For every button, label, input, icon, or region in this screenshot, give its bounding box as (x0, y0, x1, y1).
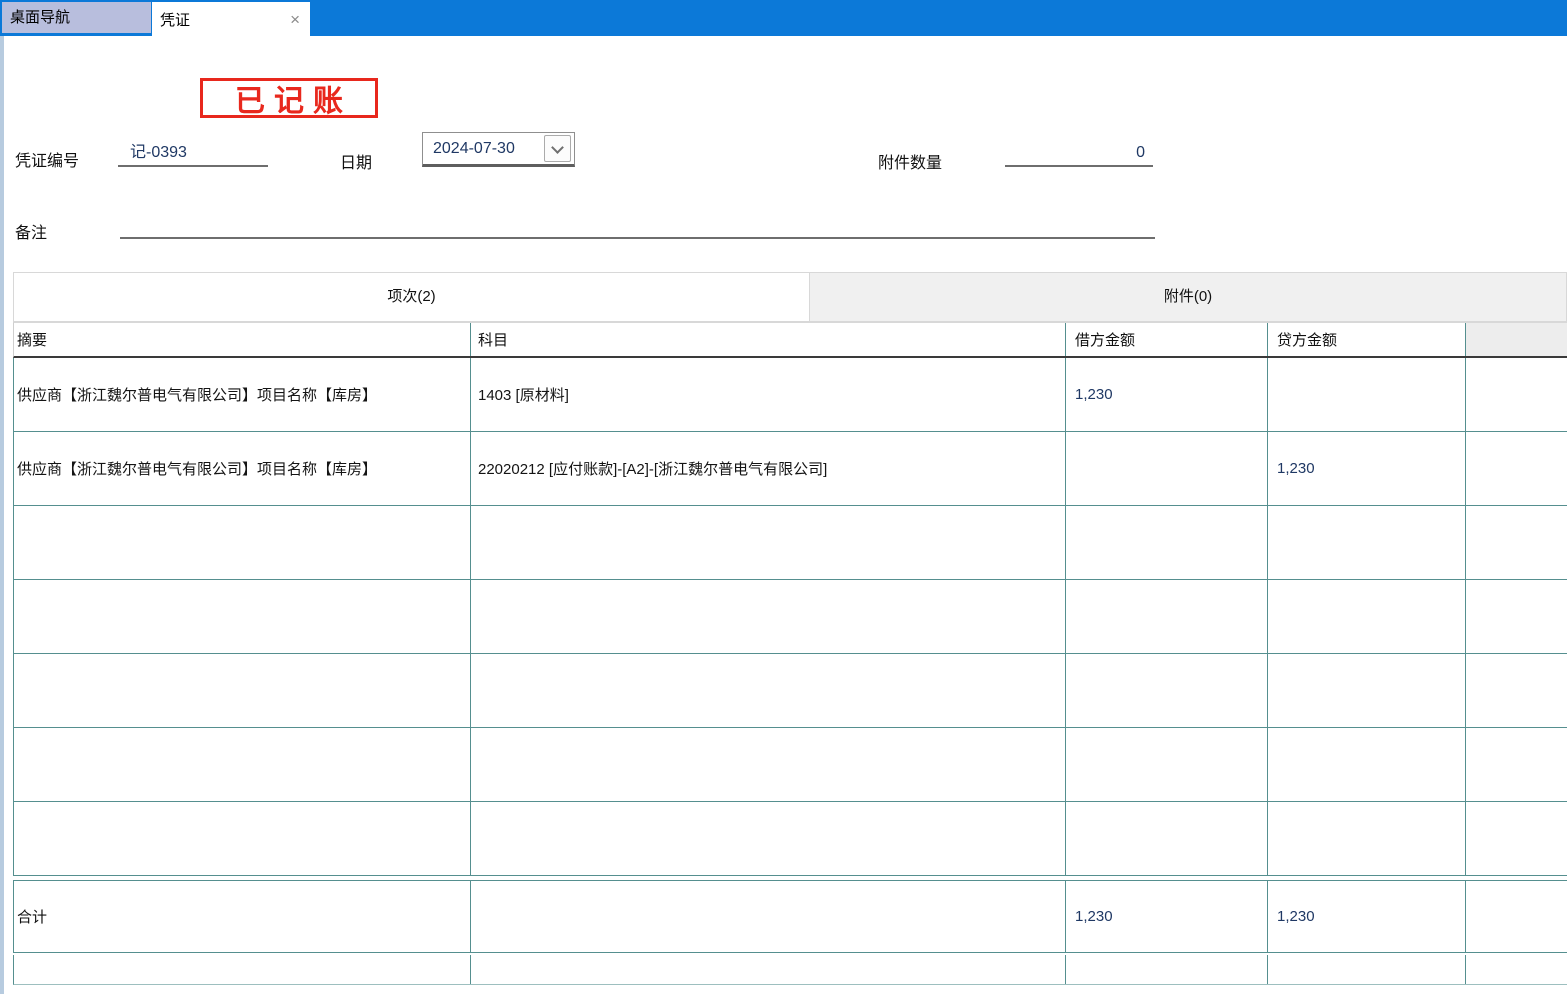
trailing-cell (14, 955, 471, 984)
remark-field[interactable] (120, 212, 1155, 239)
header-extra (1466, 323, 1567, 356)
table-row: 供应商【浙江魏尔普电气有限公司】项目名称【库房】 1403 [原材料] 1,23… (13, 358, 1567, 432)
header-credit: 贷方金额 (1268, 323, 1466, 356)
cell-extra[interactable] (1466, 432, 1567, 506)
header-summary: 摘要 (14, 323, 471, 356)
cell-extra[interactable] (1466, 580, 1567, 654)
date-dropdown-button[interactable] (544, 135, 571, 162)
cell-account[interactable]: 22020212 [应付账款]-[A2]-[浙江魏尔普电气有限公司] (471, 432, 1066, 506)
cell-credit[interactable] (1268, 358, 1466, 432)
grid-total-row: 合计 1,230 1,230 (13, 880, 1567, 953)
cell-credit[interactable] (1268, 728, 1466, 802)
header-debit: 借方金额 (1066, 323, 1268, 356)
tab-attachments[interactable]: 附件(0) (810, 272, 1567, 322)
cell-extra[interactable] (1466, 654, 1567, 728)
remark-label: 备注 (15, 219, 47, 243)
tab-items[interactable]: 项次(2) (13, 272, 810, 322)
cell-extra[interactable] (1466, 728, 1567, 802)
voucher-no-label: 凭证编号 (15, 147, 79, 171)
cell-extra[interactable] (1466, 802, 1567, 876)
total-extra (1466, 881, 1567, 952)
window-tab-bar: 桌面导航 凭证 × (0, 0, 1567, 36)
trailing-cell (471, 955, 1066, 984)
cell-summary[interactable] (14, 506, 471, 580)
section-tab-strip: 项次(2) 附件(0) (13, 272, 1567, 322)
date-label: 日期 (340, 149, 372, 173)
cell-debit[interactable] (1066, 728, 1268, 802)
cell-account[interactable]: 1403 [原材料] (471, 358, 1066, 432)
tab-voucher[interactable]: 凭证 × (152, 2, 310, 36)
cell-summary[interactable] (14, 802, 471, 876)
attachment-count-label: 附件数量 (878, 149, 942, 173)
cell-extra[interactable] (1466, 506, 1567, 580)
voucher-no-field[interactable]: 记-0393 (118, 140, 268, 167)
close-icon[interactable]: × (288, 11, 302, 28)
cell-credit[interactable] (1268, 654, 1466, 728)
entries-grid: 摘要 科目 借方金额 贷方金额 供应商【浙江魏尔普电气有限公司】项目名称【库房】… (13, 322, 1567, 985)
total-label: 合计 (14, 881, 471, 952)
cell-debit[interactable] (1066, 580, 1268, 654)
window-left-border (0, 36, 4, 994)
cell-summary[interactable]: 供应商【浙江魏尔普电气有限公司】项目名称【库房】 (14, 432, 471, 506)
trailing-cell (1466, 955, 1567, 984)
cell-account[interactable] (471, 580, 1066, 654)
cell-credit[interactable]: 1,230 (1268, 432, 1466, 506)
cell-credit[interactable] (1268, 802, 1466, 876)
cell-extra[interactable] (1466, 358, 1567, 432)
trailing-cell (1268, 955, 1466, 984)
chevron-down-icon (551, 141, 564, 154)
cell-account[interactable] (471, 802, 1066, 876)
table-row (13, 654, 1567, 728)
cell-debit[interactable]: 1,230 (1066, 358, 1268, 432)
cell-summary[interactable] (14, 580, 471, 654)
tab-voucher-label: 凭证 (160, 9, 190, 30)
table-body: 供应商【浙江魏尔普电气有限公司】项目名称【库房】 1403 [原材料] 1,23… (13, 358, 1567, 876)
tab-desktop-navigation[interactable]: 桌面导航 (2, 2, 151, 33)
trailing-cell (1066, 955, 1268, 984)
cell-account[interactable] (471, 728, 1066, 802)
cell-debit[interactable] (1066, 654, 1268, 728)
grid-trailing-row (13, 955, 1567, 985)
table-row: 供应商【浙江魏尔普电气有限公司】项目名称【库房】 22020212 [应付账款]… (13, 432, 1567, 506)
cell-summary[interactable] (14, 654, 471, 728)
grid-header-row: 摘要 科目 借方金额 贷方金额 (13, 322, 1567, 358)
cell-account[interactable] (471, 654, 1066, 728)
table-row (13, 580, 1567, 654)
attachment-count-field[interactable]: 0 (1005, 140, 1153, 167)
cell-summary[interactable] (14, 728, 471, 802)
posted-stamp: 已记账 (200, 78, 378, 118)
posted-stamp-label: 已记账 (226, 76, 352, 120)
total-debit: 1,230 (1066, 881, 1268, 952)
date-picker[interactable]: 2024-07-30 (422, 132, 575, 167)
cell-credit[interactable] (1268, 580, 1466, 654)
table-row (13, 802, 1567, 876)
cell-account[interactable] (471, 506, 1066, 580)
total-credit: 1,230 (1268, 881, 1466, 952)
cell-credit[interactable] (1268, 506, 1466, 580)
tab-desktop-navigation-label: 桌面导航 (10, 9, 70, 26)
cell-summary[interactable]: 供应商【浙江魏尔普电气有限公司】项目名称【库房】 (14, 358, 471, 432)
cell-debit[interactable] (1066, 432, 1268, 506)
header-account: 科目 (471, 323, 1066, 356)
cell-debit[interactable] (1066, 506, 1268, 580)
total-account (471, 881, 1066, 952)
table-row (13, 506, 1567, 580)
voucher-window: 桌面导航 凭证 × 已记账 凭证编号 记-0393 日期 2024-07-30 … (0, 0, 1567, 994)
table-row (13, 728, 1567, 802)
cell-debit[interactable] (1066, 802, 1268, 876)
date-value: 2024-07-30 (433, 133, 515, 164)
